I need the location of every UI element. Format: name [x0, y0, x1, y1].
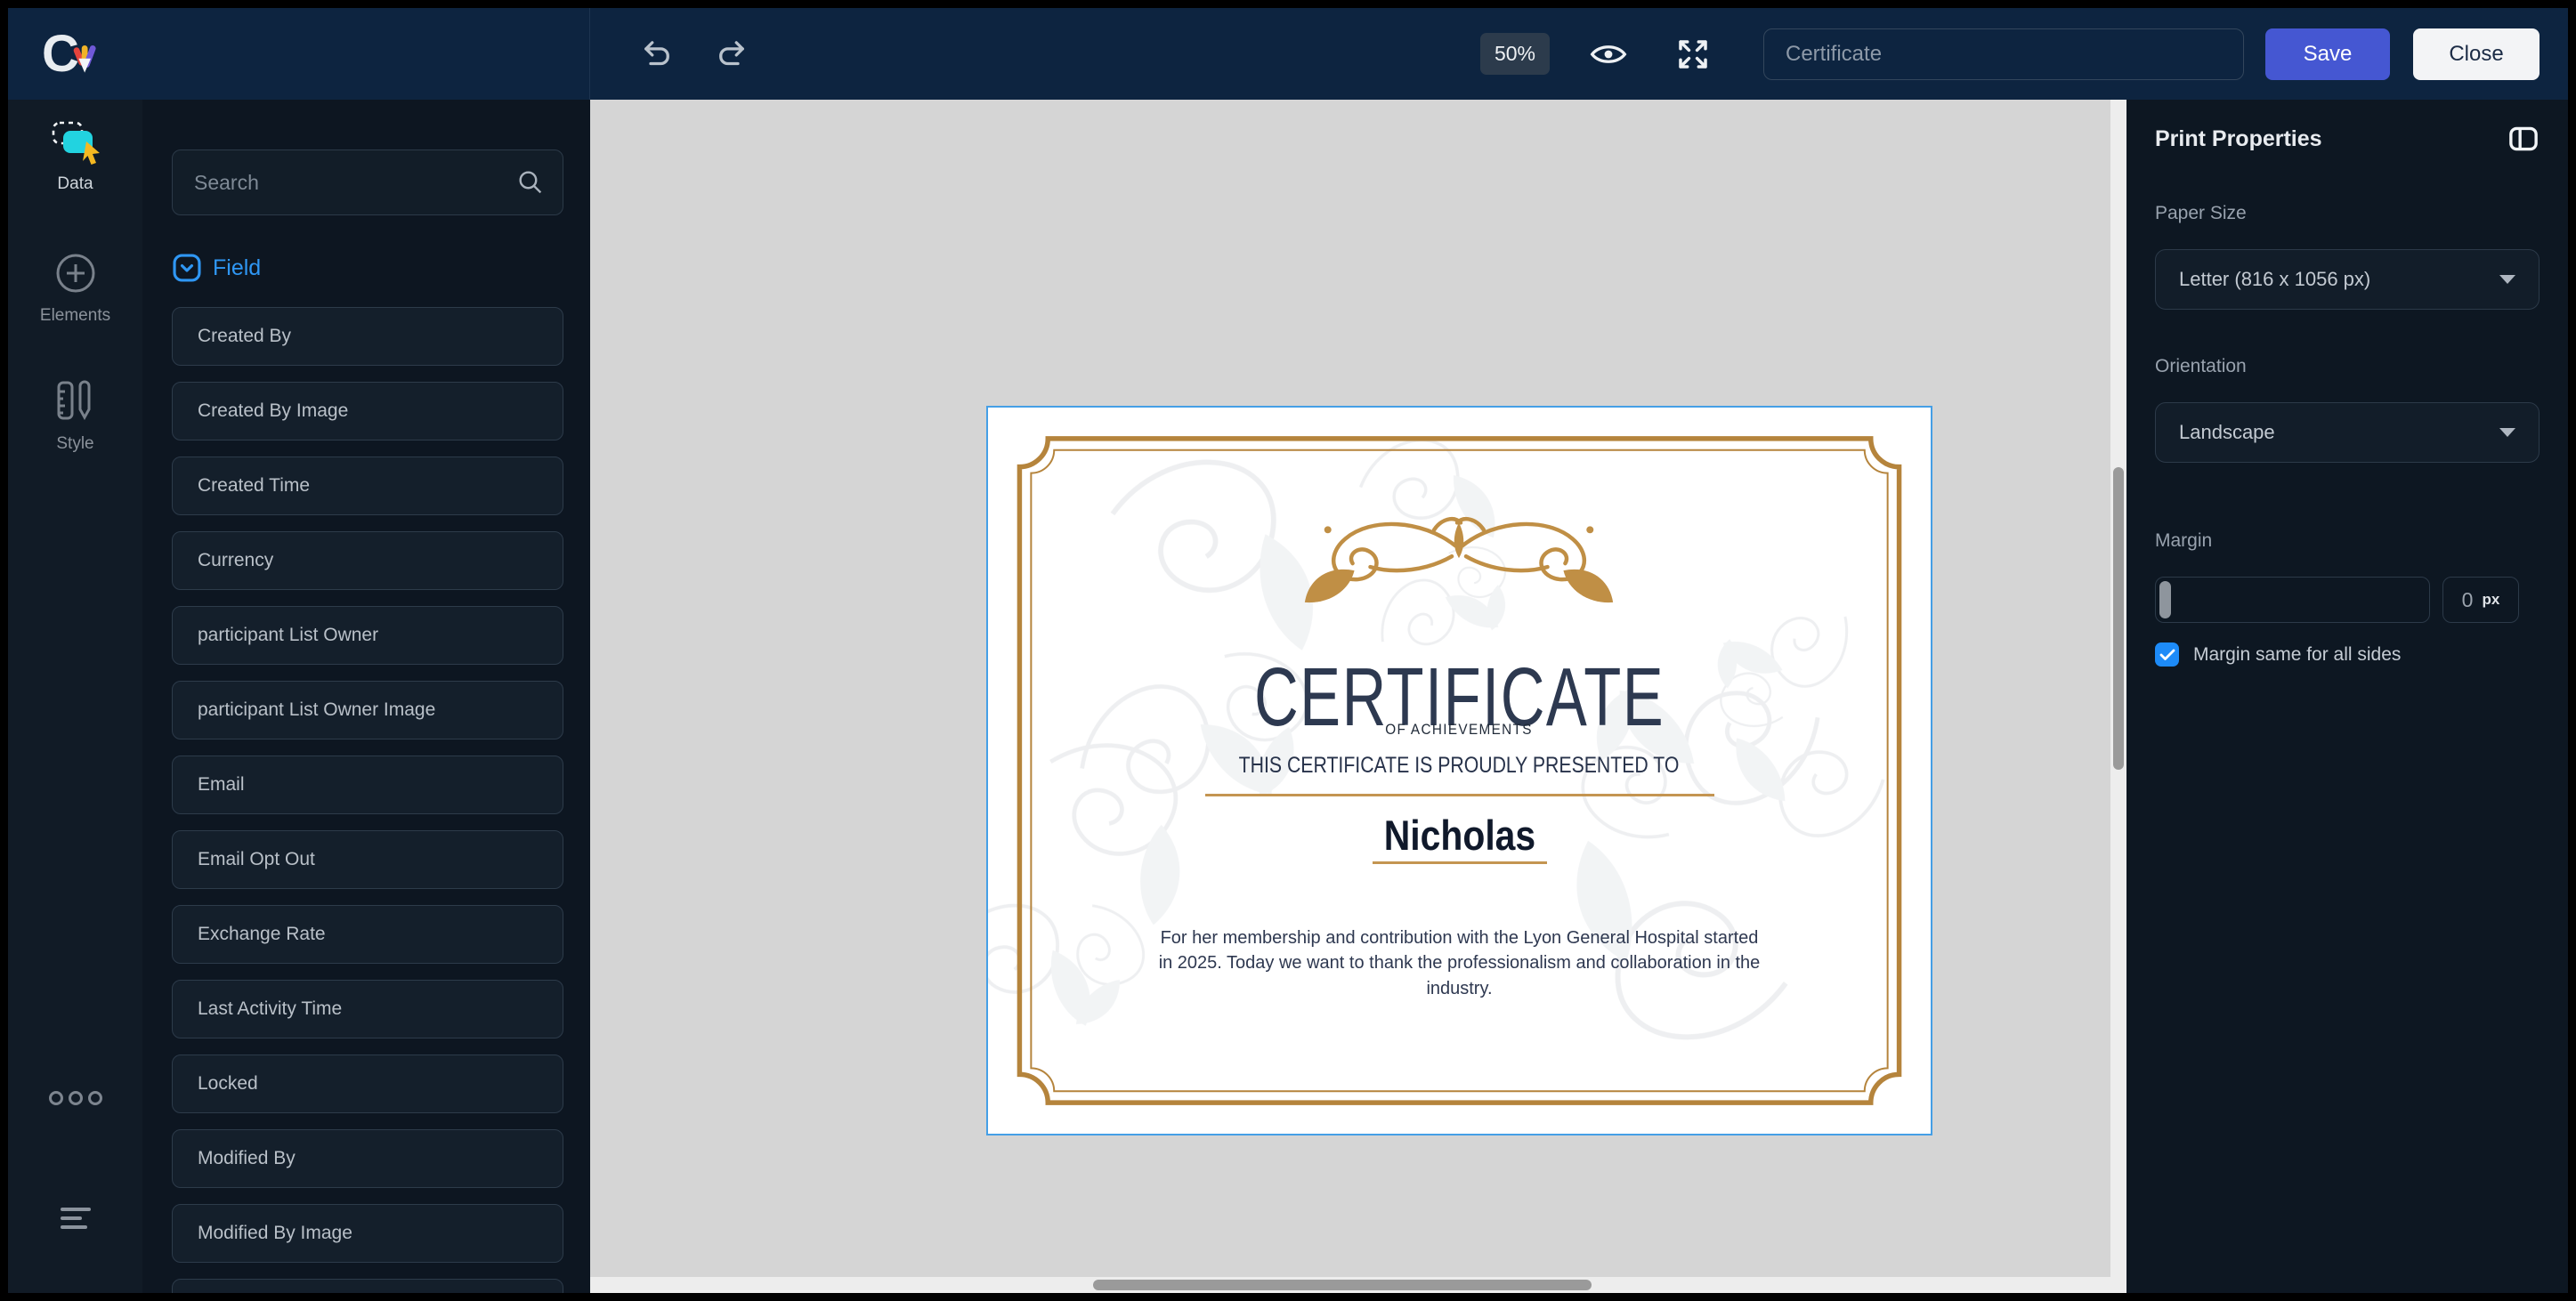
- fields-sidebar: Field Created By Created By Image Create…: [142, 100, 590, 1293]
- print-properties-panel: Print Properties Paper Size Letter (816 …: [2126, 100, 2568, 1293]
- app-logo[interactable]: C: [42, 23, 118, 85]
- certificate-page[interactable]: CERTIFICATE OF ACHIEVEMENTS THIS CERTIFI…: [986, 406, 1932, 1135]
- field-item[interactable]: Currency: [172, 531, 563, 590]
- scrollbar-corner: [2110, 1277, 2126, 1293]
- vertical-scrollbar-thumb[interactable]: [2113, 467, 2124, 770]
- margin-slider-handle[interactable]: [2159, 581, 2171, 618]
- field-item[interactable]: Modified By: [172, 1129, 563, 1188]
- rail-item-data[interactable]: Data: [8, 119, 142, 194]
- rail-item-label: Elements: [40, 306, 110, 326]
- paper-size-dropdown[interactable]: Letter (816 x 1056 px): [2155, 249, 2540, 310]
- fullscreen-button[interactable]: [1674, 36, 1712, 73]
- three-dots-icon: [45, 1089, 106, 1107]
- orientation-value: Landscape: [2179, 421, 2275, 444]
- panel-title: Print Properties: [2155, 126, 2322, 152]
- save-button[interactable]: Save: [2265, 28, 2390, 80]
- rail-item-elements[interactable]: Elements: [8, 249, 142, 326]
- paper-size-label: Paper Size: [2155, 203, 2540, 224]
- gold-divider-line: [1205, 794, 1714, 796]
- field-section-label: Field: [213, 255, 261, 281]
- app-window: C 50%: [8, 8, 2568, 1293]
- field-section-toggle[interactable]: Field: [172, 253, 261, 283]
- preview-button[interactable]: [1589, 39, 1628, 69]
- checkbox-checked[interactable]: [2155, 642, 2179, 667]
- redo-icon: [713, 36, 750, 73]
- certificate-recipient-name[interactable]: Nicholas: [988, 811, 1931, 860]
- horizontal-scrollbar-track[interactable]: [590, 1277, 2110, 1293]
- field-item[interactable]: Created Time: [172, 457, 563, 515]
- margin-slider[interactable]: [2155, 577, 2430, 623]
- margin-value-box[interactable]: 0 px: [2442, 577, 2519, 623]
- orientation-dropdown[interactable]: Landscape: [2155, 402, 2540, 463]
- collapse-panel-icon[interactable]: [2507, 125, 2540, 153]
- rail-item-label: Style: [56, 434, 93, 454]
- field-item[interactable]: Locked: [172, 1055, 563, 1113]
- logo-zone: C: [8, 8, 590, 100]
- gold-flourish-ornament: [1305, 519, 1613, 602]
- bottom-menu-button[interactable]: [8, 1205, 142, 1232]
- field-item-partial[interactable]: [172, 1279, 563, 1293]
- main-area: Data Elements Style: [8, 100, 2568, 1293]
- left-nav-rail: Data Elements Style: [8, 100, 142, 1293]
- orientation-label: Orientation: [2155, 356, 2540, 377]
- more-options-button[interactable]: [8, 1089, 142, 1107]
- vertical-scrollbar-track[interactable]: [2110, 100, 2126, 1277]
- field-item[interactable]: participant List Owner: [172, 606, 563, 665]
- field-item[interactable]: Modified By Image: [172, 1204, 563, 1263]
- horizontal-scrollbar-thumb[interactable]: [1093, 1280, 1592, 1290]
- search-icon: [515, 167, 546, 198]
- close-button[interactable]: Close: [2413, 28, 2540, 80]
- margin-value: 0: [2462, 588, 2474, 612]
- rail-item-style[interactable]: Style: [8, 377, 142, 454]
- certificate-body-text[interactable]: For her membership and contribution with…: [1153, 925, 1767, 1001]
- collapse-chevron-icon: [172, 253, 202, 283]
- margin-checkbox-label: Margin same for all sides: [2193, 644, 2401, 666]
- expand-arrows-icon: [1674, 36, 1712, 73]
- paper-size-value: Letter (816 x 1056 px): [2179, 268, 2370, 291]
- document-name-input[interactable]: [1763, 28, 2244, 80]
- redo-button[interactable]: [713, 36, 750, 73]
- field-item[interactable]: Exchange Rate: [172, 905, 563, 964]
- rail-item-label: Data: [57, 174, 93, 194]
- field-item[interactable]: Created By: [172, 307, 563, 366]
- field-item[interactable]: Email: [172, 756, 563, 814]
- logo-feather-icon: [69, 43, 99, 78]
- margin-label: Margin: [2155, 530, 2540, 552]
- menu-lines-icon: [56, 1205, 95, 1232]
- add-circle-icon: [52, 249, 100, 297]
- eye-icon: [1589, 39, 1628, 69]
- field-item[interactable]: Email Opt Out: [172, 830, 563, 889]
- field-item[interactable]: Last Activity Time: [172, 980, 563, 1038]
- margin-same-checkbox-row[interactable]: Margin same for all sides: [2155, 642, 2540, 667]
- ruler-pencil-icon: [52, 377, 100, 425]
- check-icon: [2159, 649, 2175, 661]
- search-box: [172, 149, 563, 215]
- field-item[interactable]: Created By Image: [172, 382, 563, 440]
- field-item[interactable]: participant List Owner Image: [172, 681, 563, 739]
- design-canvas[interactable]: CERTIFICATE OF ACHIEVEMENTS THIS CERTIFI…: [590, 100, 2126, 1293]
- undo-icon: [638, 36, 676, 73]
- certificate-subtitle[interactable]: OF ACHIEVEMENTS: [988, 721, 1931, 739]
- undo-button[interactable]: [638, 36, 676, 73]
- top-toolbar: C 50%: [8, 8, 2568, 100]
- search-input[interactable]: [172, 149, 563, 215]
- chevron-down-icon: [2499, 428, 2515, 437]
- chevron-down-icon: [2499, 275, 2515, 284]
- certificate-presented-line[interactable]: THIS CERTIFICATE IS PROUDLY PRESENTED TO: [988, 753, 1931, 779]
- field-list: Created By Created By Image Created Time…: [172, 307, 563, 1293]
- zoom-level-badge[interactable]: 50%: [1480, 33, 1550, 75]
- data-drag-icon: [50, 119, 101, 166]
- gold-underline: [1373, 861, 1547, 864]
- margin-unit: px: [2482, 591, 2499, 609]
